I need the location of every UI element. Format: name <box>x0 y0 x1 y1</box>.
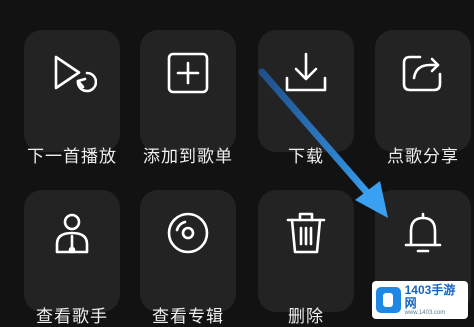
download-icon <box>281 48 331 98</box>
share-icon <box>398 48 448 98</box>
share-label: 点歌分享 <box>387 147 459 167</box>
download-button[interactable]: 下载 <box>258 30 354 167</box>
view-album-label: 查看专辑 <box>152 307 224 327</box>
view-album-button[interactable]: 查看专辑 <box>140 190 236 327</box>
singer-icon <box>47 208 97 258</box>
play-next-label: 下一首播放 <box>27 147 117 167</box>
watermark-subtitle: www.1403.com <box>404 310 446 317</box>
add-to-playlist-icon <box>163 48 213 98</box>
album-icon <box>163 208 213 258</box>
add-to-playlist-label: 添加到歌单 <box>143 147 233 167</box>
view-singer-button[interactable]: 查看歌手 <box>24 190 120 327</box>
delete-label: 删除 <box>288 307 324 327</box>
watermark-icon <box>376 287 401 313</box>
delete-button[interactable]: 删除 <box>258 190 354 327</box>
view-singer-label: 查看歌手 <box>36 307 108 327</box>
watermark-title: 1403手游网 <box>404 282 456 310</box>
trash-icon <box>281 208 331 258</box>
play-next-button[interactable]: 下一首播放 <box>24 30 120 167</box>
watermark-logo: 1403手游网 www.1403.com <box>372 281 468 319</box>
bell-icon <box>398 208 448 258</box>
share-button[interactable]: 点歌分享 <box>375 30 471 167</box>
play-next-icon <box>47 48 97 98</box>
add-to-playlist-button[interactable]: 添加到歌单 <box>140 30 236 167</box>
download-label: 下载 <box>288 147 324 167</box>
